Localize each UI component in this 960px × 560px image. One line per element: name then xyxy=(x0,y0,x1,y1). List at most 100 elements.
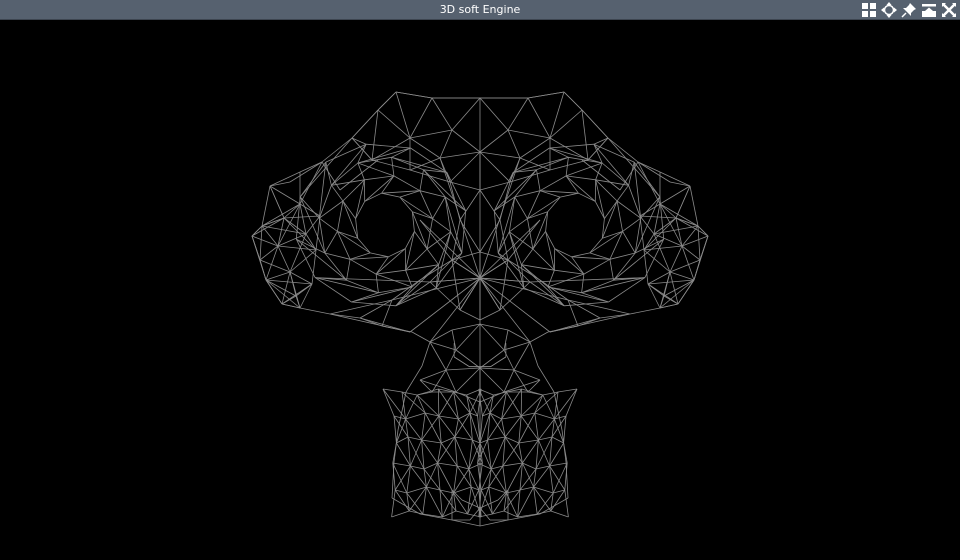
mesh-edge xyxy=(453,465,458,494)
mesh-edge xyxy=(321,137,353,163)
close-icon[interactable] xyxy=(940,1,958,19)
mesh-edge xyxy=(458,418,473,441)
mesh-edge xyxy=(435,231,452,289)
mesh-edge xyxy=(410,439,422,467)
mesh-edge xyxy=(549,91,565,139)
mesh-edge xyxy=(479,151,521,159)
mesh-edge xyxy=(429,329,453,343)
mesh-edge xyxy=(549,143,594,149)
mesh-edge xyxy=(536,156,569,171)
mesh-edge xyxy=(567,299,579,327)
mesh-edge xyxy=(277,217,285,247)
mesh-edge xyxy=(693,259,701,281)
app-window: 3D soft Engine xyxy=(0,0,960,560)
mesh-edge xyxy=(521,248,534,265)
mesh-edge xyxy=(451,219,461,261)
mesh-edge xyxy=(410,147,448,173)
mesh-edge xyxy=(417,391,433,396)
mesh-edge xyxy=(601,162,629,186)
mesh-edge xyxy=(331,162,359,186)
mesh-edge xyxy=(479,367,515,371)
mesh-edge xyxy=(444,196,452,232)
mesh-edge xyxy=(318,218,326,254)
mesh-edge xyxy=(565,157,569,176)
mesh-edge xyxy=(634,218,642,254)
mesh-edge xyxy=(269,181,291,187)
mesh-edge xyxy=(514,196,528,219)
title-bar[interactable]: 3D soft Engine xyxy=(0,0,960,20)
mesh-edge xyxy=(381,325,411,333)
mesh-edge xyxy=(283,203,301,219)
mesh-edge xyxy=(643,249,649,285)
mesh-edge xyxy=(391,510,410,518)
mesh-edge xyxy=(405,365,423,393)
mesh-edge xyxy=(376,269,406,275)
mesh-edge xyxy=(438,415,456,438)
mesh-edge xyxy=(431,97,453,131)
mesh-edge xyxy=(396,442,411,467)
shade-window-icon[interactable] xyxy=(920,1,938,19)
mesh-edge xyxy=(351,286,413,303)
mesh-edge xyxy=(567,299,601,319)
mesh-edge xyxy=(637,161,661,173)
mesh-edge xyxy=(507,259,541,281)
mesh-edge xyxy=(375,248,406,275)
mesh-edge xyxy=(622,217,641,232)
mesh-edge xyxy=(449,151,481,183)
mesh-edge xyxy=(269,185,301,205)
mesh-edge xyxy=(259,259,267,281)
mesh-edge xyxy=(508,231,525,289)
mesh-edge xyxy=(629,307,661,315)
mesh-edge xyxy=(382,388,403,393)
mesh-edge xyxy=(459,309,481,321)
mesh-edge xyxy=(445,369,457,393)
mesh-edge xyxy=(647,283,665,297)
mesh-edge xyxy=(265,279,283,305)
mesh-edge xyxy=(371,137,411,161)
mesh-edge xyxy=(346,259,351,281)
mesh-edge xyxy=(382,388,395,417)
mesh-edge xyxy=(640,196,661,219)
mesh-edge xyxy=(381,299,393,327)
mesh-edge xyxy=(299,203,321,217)
mesh-edge xyxy=(563,415,567,444)
mesh-edge xyxy=(539,175,567,192)
mesh-edge xyxy=(565,162,603,177)
mesh-edge xyxy=(565,388,578,417)
mesh-edge xyxy=(499,281,531,311)
tile-windows-icon[interactable] xyxy=(860,1,878,19)
mesh-edge xyxy=(355,179,365,219)
mesh-edge xyxy=(391,156,448,173)
mesh-edge xyxy=(549,325,579,333)
mesh-edge xyxy=(359,317,411,333)
mesh-edge xyxy=(429,281,461,311)
mesh-edge xyxy=(549,465,554,494)
mesh-edge xyxy=(319,217,338,232)
mesh-edge xyxy=(549,109,583,139)
mesh-edge xyxy=(616,185,629,202)
mesh-edge xyxy=(377,109,411,139)
mesh-edge xyxy=(371,159,411,171)
mesh-edge xyxy=(518,439,539,444)
mesh-edge xyxy=(512,156,569,173)
mesh-edge xyxy=(409,97,433,139)
mesh-edge xyxy=(479,367,505,393)
mesh-edge xyxy=(453,391,471,414)
mesh-edge xyxy=(283,215,321,219)
mesh-edge xyxy=(325,162,332,186)
move-window-icon[interactable] xyxy=(880,1,898,19)
mesh-edge xyxy=(451,519,481,527)
mesh-edge xyxy=(643,245,683,251)
mesh-edge xyxy=(357,147,411,164)
mesh-edge xyxy=(337,200,344,232)
mesh-edge xyxy=(545,231,556,249)
pin-icon[interactable] xyxy=(900,1,918,19)
mesh-edge xyxy=(469,507,481,521)
mesh-edge xyxy=(381,192,400,198)
mesh-edge xyxy=(314,277,352,303)
mesh-edge xyxy=(581,109,589,161)
mesh-edge xyxy=(509,218,528,233)
mesh-edge xyxy=(581,292,609,303)
mesh-edge xyxy=(351,292,379,303)
render-viewport[interactable] xyxy=(0,20,960,560)
